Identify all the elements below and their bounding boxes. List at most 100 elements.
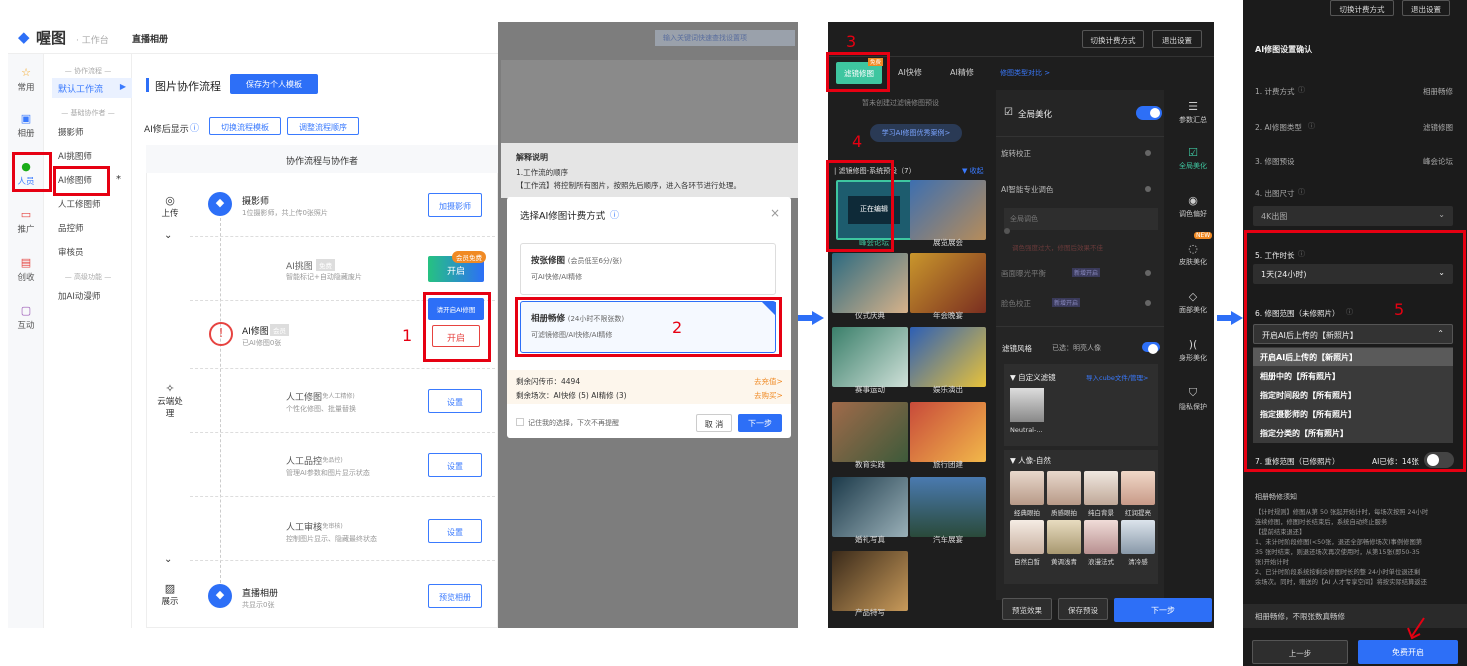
setting-dot[interactable] xyxy=(1145,150,1151,156)
next-button[interactable]: 下一步 xyxy=(1114,598,1212,622)
filter-thumb[interactable] xyxy=(1121,471,1155,505)
filter-thumb[interactable] xyxy=(1084,471,1118,505)
learn-cases-button[interactable]: 学习AI修图优秀案例> xyxy=(870,124,962,142)
tab-ai-quick[interactable]: AI快修 xyxy=(898,67,922,78)
close-icon[interactable]: × xyxy=(770,206,780,220)
preset-thumb[interactable] xyxy=(832,402,908,462)
remember-checkbox[interactable] xyxy=(516,418,524,426)
nav-promote[interactable]: ▭ 推广 xyxy=(6,208,46,235)
compare-link[interactable]: 修图类型对比 > xyxy=(1000,68,1050,78)
setting-dot[interactable] xyxy=(1145,300,1151,306)
help-icon[interactable]: ⓘ xyxy=(190,121,199,134)
collapse-toggle[interactable]: ▼ 收起 xyxy=(962,166,984,176)
range-option[interactable]: 指定时间段的【所有照片】 xyxy=(1260,390,1356,401)
preview-button[interactable]: 预览效果 xyxy=(1002,598,1052,620)
range-select[interactable]: 开启AI后上传的【新照片】 ⌃ xyxy=(1253,324,1453,344)
prev-button[interactable]: 上一步 xyxy=(1252,640,1348,664)
setting-dot[interactable] xyxy=(1145,186,1151,192)
worktime-select[interactable]: 1天(24小时) ⌄ xyxy=(1253,264,1453,284)
tool-global[interactable]: ☑ 全局美化 xyxy=(1172,146,1214,171)
tool-params[interactable]: ☰ 参数汇总 xyxy=(1172,100,1214,125)
chevron-down-icon[interactable]: ⌄ xyxy=(164,230,172,241)
tab-ai-fine[interactable]: AI精修 xyxy=(950,67,974,78)
preset-thumb[interactable] xyxy=(910,327,986,387)
range-option[interactable]: 指定摄影师的【所有照片】 xyxy=(1260,409,1356,420)
natural-label[interactable]: ▼ 人像-自然 xyxy=(1010,455,1051,466)
preset-thumb[interactable] xyxy=(832,477,908,537)
nav-revenue[interactable]: ▤ 创收 xyxy=(6,256,46,283)
sub-item-ai-anime[interactable]: 加AI动漫师 xyxy=(58,290,100,302)
filter-thumb[interactable] xyxy=(1047,520,1081,554)
range-option[interactable]: 指定分类的【所有照片】 xyxy=(1260,428,1348,439)
qc-settings-button[interactable]: 设置 xyxy=(428,453,482,477)
filter-thumb[interactable] xyxy=(1121,520,1155,554)
preset-thumb[interactable] xyxy=(832,551,908,611)
recharge-link[interactable]: 去充值> xyxy=(754,376,783,387)
neutral-thumb[interactable] xyxy=(1010,388,1044,422)
search-input[interactable]: 输入关键词快速查找设置项 xyxy=(655,30,795,46)
switch-billing-button[interactable]: 切换计费方式 xyxy=(1082,30,1144,48)
preset-thumb[interactable] xyxy=(910,180,986,240)
tool-privacy[interactable]: ⛉ 隐私保护 xyxy=(1172,386,1214,412)
review-settings-button[interactable]: 设置 xyxy=(428,519,482,543)
exit-settings-button[interactable]: 退出设置 xyxy=(1152,30,1202,48)
preset-thumb[interactable] xyxy=(832,327,908,387)
add-photographer-button[interactable]: 加摄影师 xyxy=(428,193,482,217)
preset-thumb[interactable] xyxy=(910,477,986,537)
tool-face[interactable]: ◇ 面部美化 xyxy=(1172,290,1214,315)
help-icon[interactable]: ⓘ xyxy=(1298,187,1305,197)
switch-template-button[interactable]: 切换流程模板 xyxy=(209,117,281,135)
custom-filter-label[interactable]: ▼ 自定义滤镜 xyxy=(1010,372,1056,383)
slider-handle[interactable] xyxy=(1004,228,1010,234)
exit-settings-button[interactable]: 退出设置 xyxy=(1402,0,1450,16)
option-per-photo[interactable]: 按张修图 (会员低至6分/张) 可AI快修/AI精修 xyxy=(520,243,776,295)
filter-thumb[interactable] xyxy=(1010,520,1044,554)
sub-item-photographer[interactable]: 摄影师 xyxy=(58,126,84,138)
breadcrumb[interactable]: 直播相册 xyxy=(132,32,168,45)
manual-retouch-settings-button[interactable]: 设置 xyxy=(428,389,482,413)
nav-interact[interactable]: ▢ 互动 xyxy=(6,304,46,331)
setting-dot[interactable] xyxy=(1145,270,1151,276)
cancel-button[interactable]: 取 消 xyxy=(696,414,732,432)
next-button[interactable]: 下一步 xyxy=(738,414,782,432)
range-option[interactable]: 开启AI后上传的【新照片】 xyxy=(1260,352,1357,363)
nav-album[interactable]: ▣ 相册 xyxy=(6,112,46,139)
filter-thumb[interactable] xyxy=(1084,520,1118,554)
sub-item-qc[interactable]: 品控师 xyxy=(58,222,84,234)
import-link[interactable]: 导入cube文件/管理> xyxy=(1086,372,1148,382)
help-icon[interactable]: ⓘ xyxy=(1298,85,1305,95)
preset-thumb[interactable] xyxy=(832,253,908,313)
adjust-order-button[interactable]: 调整流程顺序 xyxy=(287,117,359,135)
preset-thumb[interactable] xyxy=(910,253,986,313)
save-preset-button[interactable]: 保存预设 xyxy=(1058,598,1108,620)
chevron-down-icon[interactable]: ⌄ xyxy=(164,554,172,565)
free-start-button[interactable]: 免费开启 xyxy=(1358,640,1458,664)
sub-item-ai-picker[interactable]: AI挑图师 xyxy=(58,150,92,162)
help-icon[interactable]: ⓘ xyxy=(610,208,619,221)
preset-thumb[interactable] xyxy=(910,402,986,462)
sub-item-manual-retoucher[interactable]: 人工修图师 xyxy=(58,198,101,210)
filter-thumb[interactable] xyxy=(1047,471,1081,505)
photographer-icon: ◆ xyxy=(208,192,232,216)
help-icon[interactable]: ⓘ xyxy=(1346,307,1353,317)
filter-thumb[interactable] xyxy=(1010,471,1044,505)
help-icon[interactable]: ⓘ xyxy=(1298,249,1305,259)
repair-toggle[interactable] xyxy=(1424,452,1454,468)
filter-selected: 已选：明亮人像 xyxy=(1052,344,1101,352)
sub-item-default-flow[interactable]: 默认工作流 ▶ xyxy=(52,78,132,98)
tool-skin[interactable]: ◌ 皮肤美化 xyxy=(1172,242,1214,267)
preview-album-button[interactable]: 预览相册 xyxy=(428,584,482,608)
filter-toggle[interactable] xyxy=(1142,342,1160,354)
tool-body[interactable]: )(身形美化 xyxy=(1172,338,1214,363)
save-template-button[interactable]: 保存为个人模板 xyxy=(230,74,318,94)
range-option[interactable]: 相册中的【所有照片】 xyxy=(1260,371,1340,382)
help-icon[interactable]: ⓘ xyxy=(1308,121,1315,131)
global-toggle[interactable] xyxy=(1136,106,1162,120)
nav-common[interactable]: ☆ 常用 xyxy=(6,66,46,93)
sub-item-reviewer[interactable]: 审核员 xyxy=(58,246,84,258)
tool-color[interactable]: ◉ 调色偏好 xyxy=(1172,194,1214,219)
size-select[interactable]: 4K出图 ⌄ xyxy=(1253,206,1453,226)
switch-billing-button[interactable]: 切换计费方式 xyxy=(1330,0,1394,16)
buy-link[interactable]: 去购买> xyxy=(754,390,783,401)
album-logo-icon: ◆ xyxy=(208,584,232,608)
